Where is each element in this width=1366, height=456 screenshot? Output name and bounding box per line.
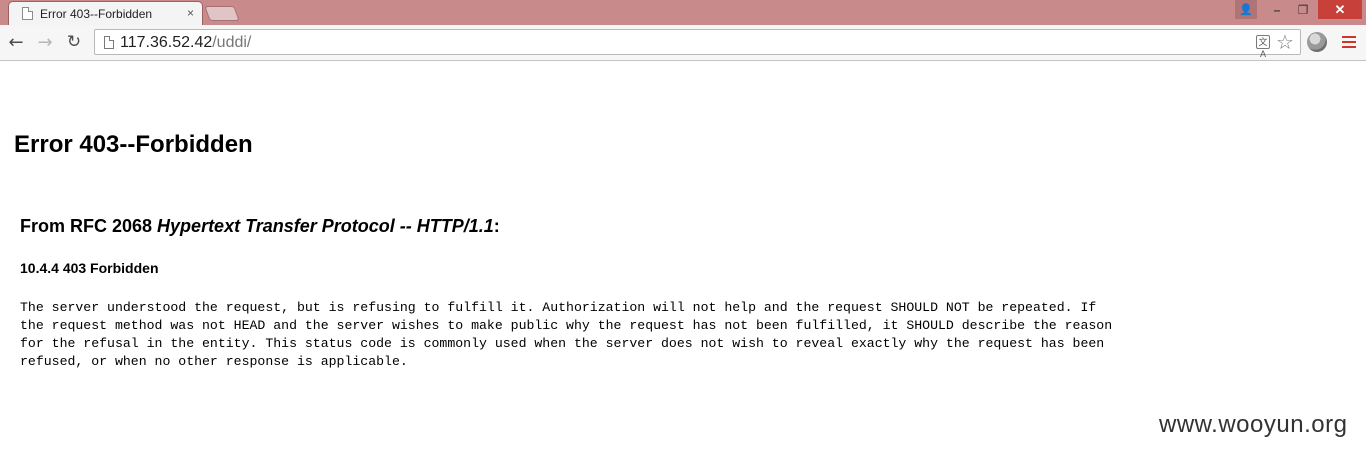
rfc-emphasis: Hypertext Transfer Protocol -- HTTP/1.1 <box>157 216 494 236</box>
tab-title: Error 403--Forbidden <box>40 6 153 21</box>
description-line: The server understood the request, but i… <box>20 300 1097 315</box>
forward-button[interactable]: → <box>34 31 56 53</box>
close-window-button[interactable]: ✕ <box>1318 0 1362 19</box>
tab-close-icon[interactable]: × <box>187 5 194 21</box>
reload-button[interactable]: ↻ <box>63 31 85 53</box>
browser-titlebar: Error 403--Forbidden × 👤 – ❐ ✕ <box>0 0 1366 25</box>
error-heading: Error 403--Forbidden <box>14 131 253 158</box>
url-path: /uddi/ <box>212 34 252 51</box>
description-line: for the refusal in the entity. This stat… <box>20 336 1105 351</box>
bookmark-star-icon[interactable]: ☆ <box>1276 30 1294 54</box>
user-profile-icon[interactable]: 👤 <box>1235 0 1257 19</box>
rfc-heading: From RFC 2068 Hypertext Transfer Protoco… <box>20 216 500 237</box>
new-tab-button[interactable] <box>204 6 240 21</box>
rfc-suffix: : <box>493 216 500 236</box>
page-info-icon[interactable] <box>104 36 114 49</box>
menu-bar-line <box>1342 46 1356 48</box>
page-content: Error 403--Forbidden From RFC 2068 Hyper… <box>0 62 1366 456</box>
description-line: the request method was not HEAD and the … <box>20 318 1113 333</box>
globe-icon[interactable] <box>1307 32 1327 52</box>
translate-icon[interactable]: 文A <box>1256 35 1270 59</box>
description-line: refused, or when no other response is ap… <box>20 354 408 369</box>
minimize-button[interactable]: – <box>1265 0 1289 19</box>
browser-toolbar: ← → ↻ 117.36.52.42/uddi/ 文A ☆ <box>0 25 1366 61</box>
error-description: The server understood the request, but i… <box>20 299 1350 371</box>
maximize-button[interactable]: ❐ <box>1291 0 1315 19</box>
address-bar[interactable]: 117.36.52.42/uddi/ 文A ☆ <box>94 29 1301 59</box>
tab-active[interactable]: Error 403--Forbidden × <box>8 1 203 25</box>
url-text[interactable]: 117.36.52.42/uddi/ <box>120 34 251 52</box>
back-button[interactable]: ← <box>5 31 27 53</box>
menu-bar-line <box>1342 36 1356 38</box>
menu-bar-line <box>1342 41 1356 43</box>
section-heading: 10.4.4 403 Forbidden <box>20 260 159 276</box>
watermark: www.wooyun.org <box>1159 411 1348 438</box>
url-host: 117.36.52.42 <box>120 34 213 51</box>
hamburger-menu-icon[interactable] <box>1342 36 1356 48</box>
rfc-prefix: From RFC 2068 <box>20 216 158 236</box>
page-icon <box>22 7 33 20</box>
